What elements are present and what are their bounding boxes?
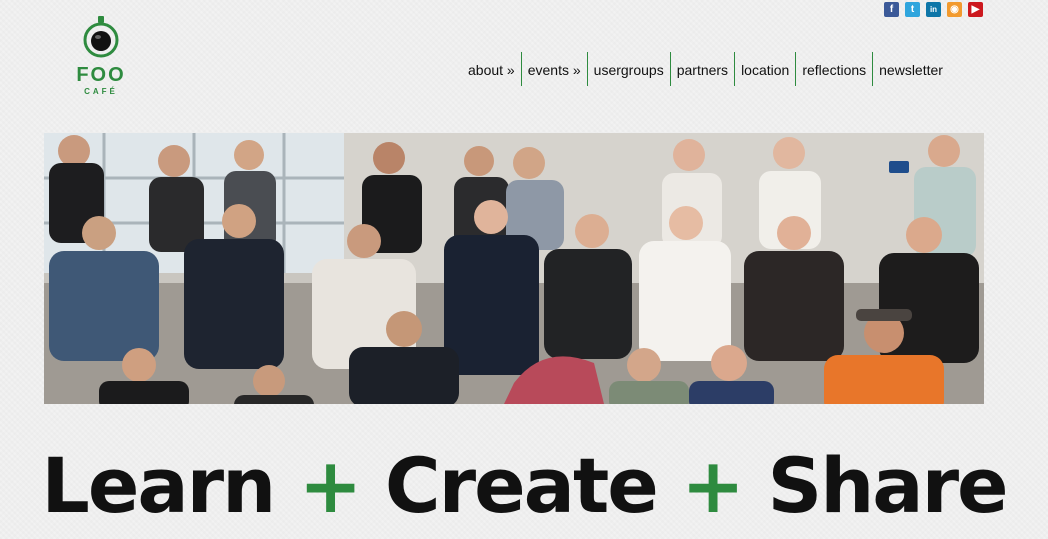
twitter-icon[interactable]: t [905, 2, 920, 17]
tagline-share: Share [767, 441, 1008, 530]
audience-photo-illustration [44, 133, 984, 404]
nav-location[interactable]: location [734, 52, 795, 86]
main-nav: about » events » usergroups partners loc… [462, 52, 949, 86]
tagline-plus-2: + [681, 441, 745, 530]
nav-events[interactable]: events » [520, 52, 587, 86]
tagline: Learn + Create + Share [0, 438, 1048, 534]
rss-icon[interactable]: ◉ [947, 2, 962, 17]
nav-about[interactable]: about » [462, 52, 521, 86]
youtube-icon[interactable]: ▶ [968, 2, 983, 17]
nav-partners[interactable]: partners [669, 52, 734, 86]
social-links: f t in ◉ ▶ [884, 2, 983, 17]
nav-reflections[interactable]: reflections [795, 52, 872, 86]
nav-newsletter[interactable]: newsletter [872, 52, 949, 86]
facebook-icon[interactable]: f [884, 2, 899, 17]
brand-name: FOO [76, 64, 126, 86]
hero-photo [44, 133, 984, 404]
tagline-learn: Learn [41, 441, 276, 530]
foo-cafe-logo[interactable]: FOO CAFÉ [70, 16, 132, 100]
tagline-create: Create [384, 441, 659, 530]
brand-sub: CAFÉ [84, 87, 118, 96]
linkedin-icon[interactable]: in [926, 2, 941, 17]
nav-usergroups[interactable]: usergroups [586, 52, 670, 86]
tagline-plus-1: + [298, 441, 363, 530]
coffee-cup-logo-icon [83, 16, 119, 58]
